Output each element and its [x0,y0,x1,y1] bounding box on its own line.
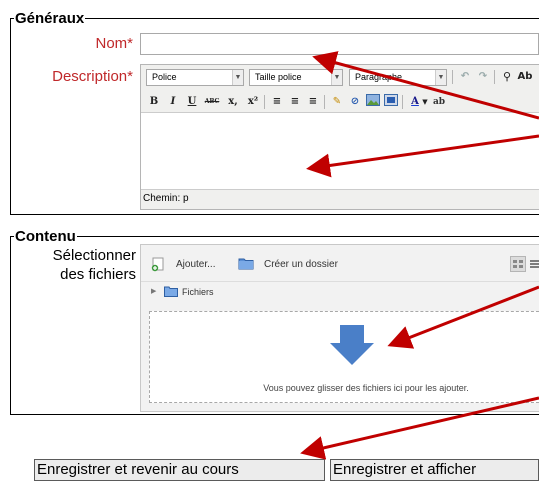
find-icon[interactable]: ⚲ [499,69,515,85]
view-icons-button[interactable] [510,256,526,272]
save-display-button[interactable]: Enregistrer et afficher [330,459,539,481]
create-folder-button[interactable]: Créer un dossier [238,256,368,274]
add-file-button[interactable]: Ajouter... [150,256,230,274]
chevron-down-icon: ▼ [331,70,342,85]
strikethrough-button[interactable]: ABC [202,94,222,110]
grid-icon [513,260,523,268]
editor-path-label: Chemin: p [143,193,189,204]
folder-icon [164,286,178,297]
align-center-icon[interactable]: ≡ [287,94,303,110]
name-label: Nom* [95,35,133,52]
replace-icon[interactable]: Ab [517,69,533,85]
view-list-button[interactable] [528,256,539,272]
toolbar-divider [264,95,265,109]
align-left-icon[interactable]: ≡ [269,94,285,110]
select-files-label: Sélectionner des fichiers [52,247,136,283]
new-folder-icon [238,258,254,270]
align-right-icon[interactable]: ≡ [305,94,321,110]
save-return-button[interactable]: Enregistrer et revenir au cours [34,459,325,481]
italic-button[interactable]: I [165,94,181,110]
highlight-color-icon[interactable]: ab [431,94,447,110]
toolbar-divider [324,95,325,109]
link-icon[interactable]: ⊘ [347,94,363,110]
underline-button[interactable]: U [184,94,200,110]
undo-icon[interactable]: ↶ [457,69,473,85]
drop-hint: Vous pouvez glisser des fichiers ici pou… [263,383,469,393]
chevron-down-icon[interactable]: ▼ [421,94,429,110]
paragraph-select[interactable]: Paragraphe ▼ [349,69,447,86]
redo-icon[interactable]: ↷ [475,69,491,85]
chevron-right-icon: ▶ [151,288,157,295]
media-icon[interactable] [383,94,399,110]
list-icon [530,260,539,268]
toolbar-divider [402,95,403,109]
image-icon[interactable] [365,94,381,110]
subscript-button[interactable]: x, [224,94,242,110]
drop-arrow-icon [330,325,374,365]
clean-format-icon[interactable]: ✎ [329,94,345,110]
font-select[interactable]: Police ▼ [146,69,244,86]
general-legend: Généraux [14,10,86,27]
content-legend: Contenu [14,228,77,245]
editor-path-bar [141,189,539,209]
add-file-icon [151,257,164,272]
chevron-down-icon: ▼ [435,70,446,85]
name-field[interactable] [140,33,539,55]
superscript-button[interactable]: x² [244,94,262,110]
toolbar-divider [452,70,453,84]
chevron-down-icon: ▼ [232,70,243,85]
folder-breadcrumb[interactable]: Fichiers [164,285,244,299]
bold-button[interactable]: B [146,94,162,110]
font-size-select[interactable]: Taille police ▼ [249,69,343,86]
toolbar-divider [494,70,495,84]
description-label: Description* [52,68,133,85]
